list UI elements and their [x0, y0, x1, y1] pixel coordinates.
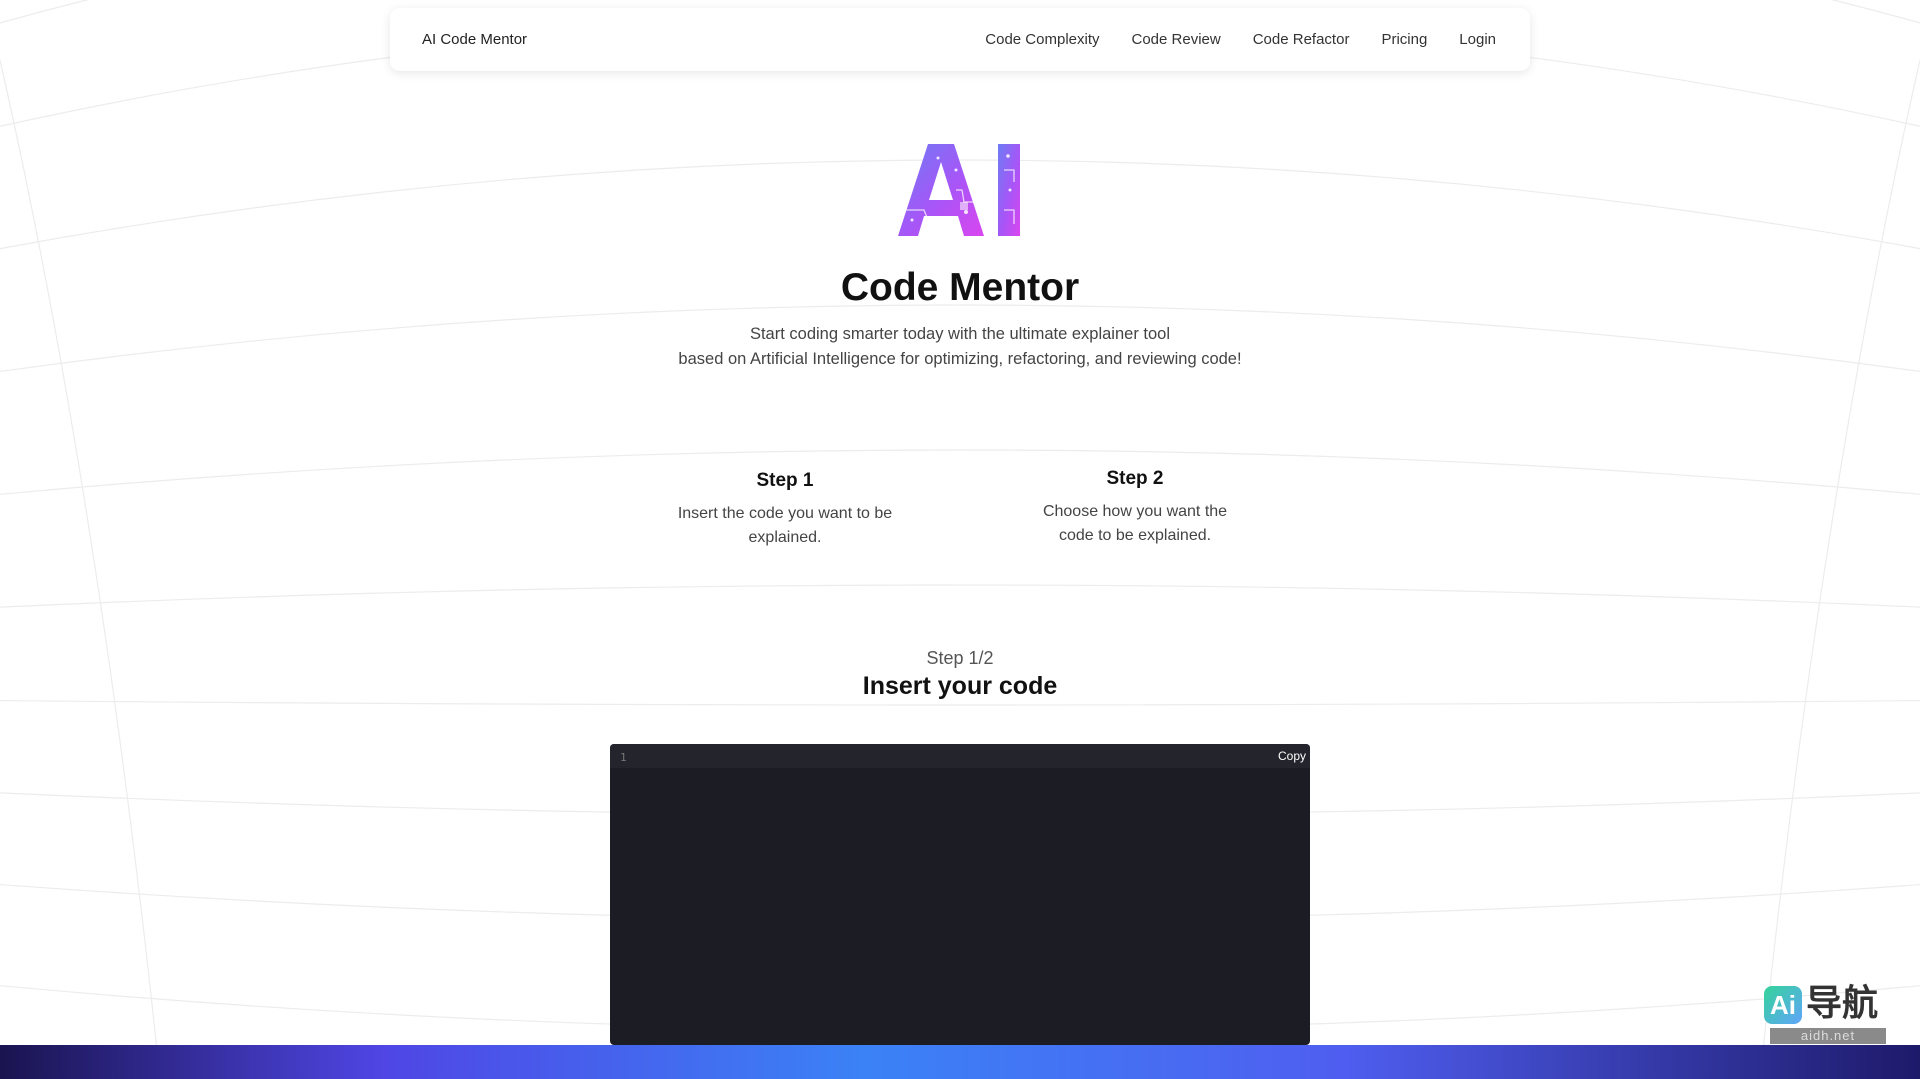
step-1-card: Step 1 Insert the code you want to be ex…: [655, 470, 915, 550]
step-2-card: Step 2 Choose how you want the code to b…: [1005, 468, 1265, 548]
nav-link-code-review[interactable]: Code Review: [1132, 31, 1221, 48]
line-number: 1: [620, 751, 627, 764]
copy-button[interactable]: Copy: [1278, 749, 1306, 763]
step-1-title: Step 1: [756, 470, 814, 491]
watermark-badge: Ai: [1764, 986, 1802, 1024]
watermark-logo: Ai 导航 aidh.net: [1764, 982, 1886, 1046]
step-2-description: Choose how you want the code to be expla…: [1005, 500, 1265, 548]
step-2-desc-line-1: Choose how you want the: [1042, 503, 1228, 520]
hero-subtitle: Start coding smarter today with the ulti…: [0, 322, 1920, 372]
nav-link-login[interactable]: Login: [1459, 31, 1496, 48]
hero-subtitle-line-1: Start coding smarter today with the ulti…: [749, 325, 1171, 343]
nav-links: Code Complexity Code Review Code Refacto…: [953, 31, 1496, 48]
step-progress: Step 1/2: [926, 648, 994, 668]
bottom-gradient-bar: [0, 1045, 1920, 1079]
nav-link-code-complexity[interactable]: Code Complexity: [985, 31, 1099, 48]
nav-link-code-refactor[interactable]: Code Refactor: [1253, 31, 1350, 48]
watermark-url: aidh.net: [1770, 1028, 1886, 1044]
editor-toolbar: [610, 744, 1310, 768]
step-2-title: Step 2: [1106, 468, 1164, 489]
page-title: Code Mentor: [840, 266, 1080, 309]
ai-logo-icon: [898, 144, 1020, 236]
nav-link-pricing[interactable]: Pricing: [1381, 31, 1427, 48]
section-title: Insert your code: [862, 672, 1058, 700]
step-1-description: Insert the code you want to be explained…: [655, 502, 915, 550]
step-2-desc-line-2: code to be explained.: [1058, 527, 1212, 544]
brand-link[interactable]: AI Code Mentor: [422, 31, 527, 48]
hero-subtitle-line-2: based on Artificial Intelligence for opt…: [678, 350, 1242, 368]
step-1-desc-line-2: explained.: [748, 529, 822, 546]
watermark-text: 导航: [1806, 983, 1879, 1024]
top-navbar: AI Code Mentor Code Complexity Code Revi…: [390, 8, 1530, 71]
page: AI Code Mentor Code Complexity Code Revi…: [0, 0, 1920, 1079]
code-editor[interactable]: 1 Copy: [610, 744, 1310, 1045]
step-1-desc-line-1: Insert the code you want to be: [677, 505, 893, 522]
